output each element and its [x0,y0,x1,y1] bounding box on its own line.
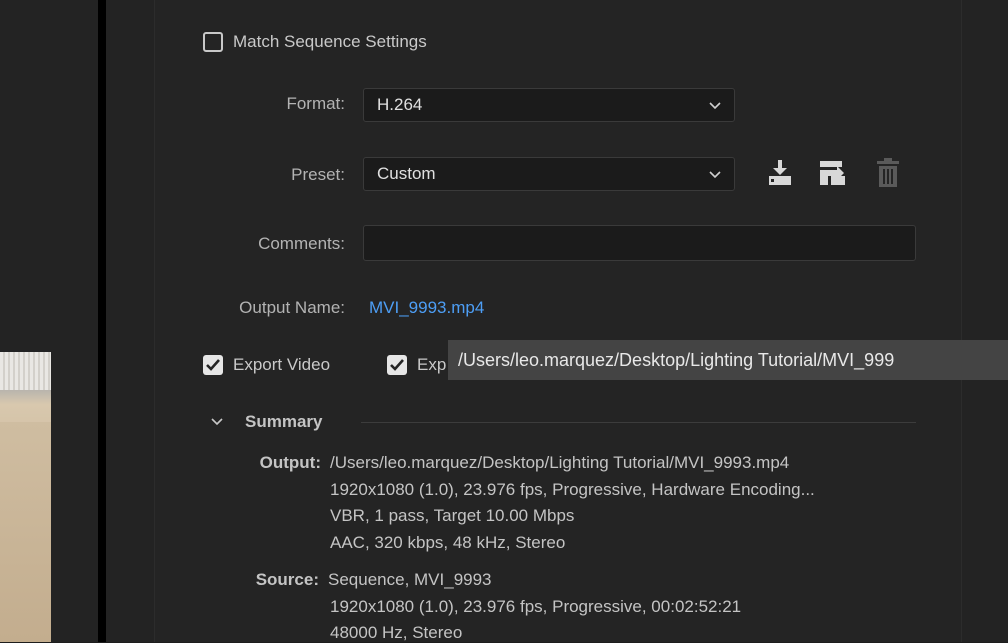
output-path-tooltip: /Users/leo.marquez/Desktop/Lighting Tuto… [448,340,1008,380]
preset-dropdown[interactable]: Custom [363,157,735,191]
delete-preset-icon[interactable] [875,157,901,189]
comments-label: Comments: [258,234,345,253]
preset-value: Custom [377,164,436,183]
output-name-link[interactable]: MVI_9993.mp4 [369,298,484,318]
comments-input[interactable] [363,225,916,261]
preset-label: Preset: [291,165,345,184]
match-sequence-checkbox[interactable] [203,32,223,52]
export-audio-checkbox[interactable] [387,355,407,375]
summary-title[interactable]: Summary [245,412,322,432]
preview-wall-area [0,422,51,642]
summary-output-line: AAC, 320 kbps, 48 kHz, Stereo [330,533,566,552]
output-name-label: Output Name: [239,298,345,317]
chevron-down-icon [709,171,721,179]
export-video-checkbox[interactable] [203,355,223,375]
preview-roof-area [0,352,51,390]
checkmark-icon [390,359,404,371]
export-settings-panel: Match Sequence Settings Format: H.264 Pr… [154,0,962,642]
summary-divider [361,422,916,423]
export-audio-label: Exp [417,355,447,374]
panel-divider[interactable] [98,0,106,642]
format-label: Format: [286,94,345,113]
format-value: H.264 [377,95,423,114]
summary-source-line: 1920x1080 (1.0), 23.976 fps, Progressive… [330,597,742,616]
checkmark-icon [206,359,220,371]
video-preview-frame [0,352,51,642]
chevron-down-icon [709,102,721,110]
chevron-down-icon[interactable] [210,416,224,428]
import-preset-icon[interactable] [817,158,849,188]
summary-output-line: 1920x1080 (1.0), 23.976 fps, Progressive… [330,480,815,499]
save-preset-icon[interactable] [765,158,795,188]
summary-source-key: Source: [255,570,319,589]
match-sequence-label: Match Sequence Settings [233,32,427,51]
summary-source-line: Sequence, MVI_9993 [328,570,492,589]
source-preview-panel [0,0,100,642]
format-dropdown[interactable]: H.264 [363,88,735,122]
export-video-label: Export Video [233,355,331,374]
right-side-panel [960,0,1008,642]
summary-source-line: 48000 Hz, Stereo [330,623,463,642]
summary-output-key: Output: [259,453,321,472]
export-side-panel [106,0,154,642]
summary-output-line: /Users/leo.marquez/Desktop/Lighting Tuto… [330,453,790,472]
summary-output-line: VBR, 1 pass, Target 10.00 Mbps [330,506,575,525]
